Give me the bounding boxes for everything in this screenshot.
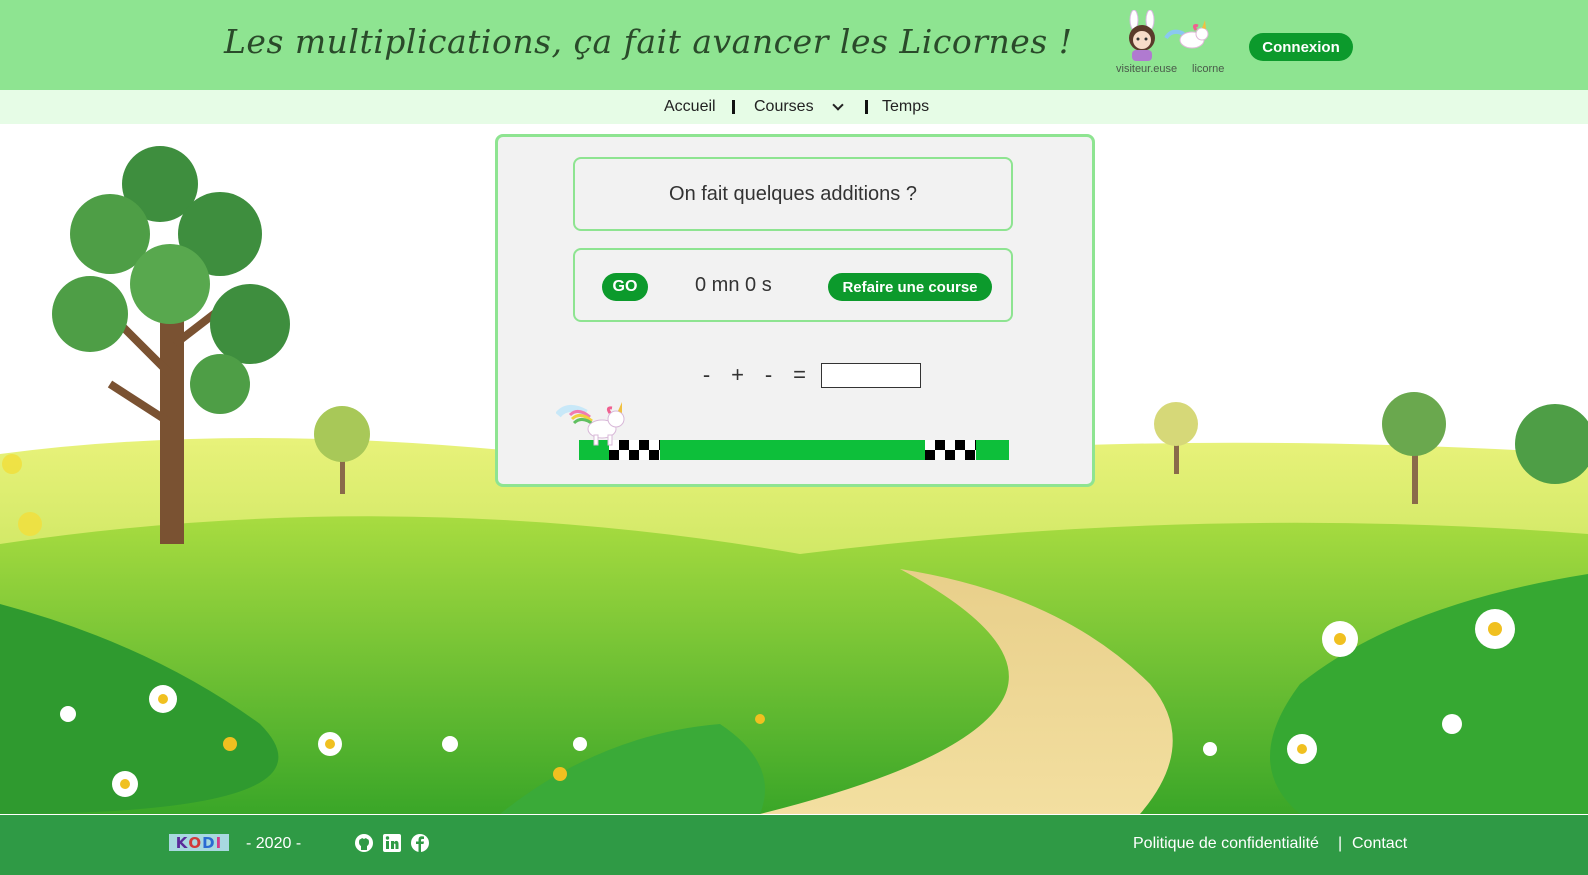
- race-panel: On fait quelques additions ? GO 0 mn 0 s…: [495, 134, 1095, 487]
- operand-2: -: [764, 362, 773, 387]
- logo-letter: K: [175, 833, 189, 852]
- nav-separator: [865, 100, 868, 114]
- logo-letter: O: [188, 833, 203, 852]
- question-text: On fait quelques additions ?: [669, 182, 917, 205]
- avatar-unicorn-label: licorne: [1192, 63, 1225, 75]
- main-nav: Accueil Courses Temps: [0, 90, 1588, 124]
- linkedin-icon[interactable]: [382, 833, 402, 853]
- github-icon[interactable]: [354, 833, 374, 853]
- footer: K O D I - 2020 - Politique de confidenti…: [0, 815, 1588, 875]
- equation-row: - + - =: [691, 362, 921, 388]
- finish-line: [925, 440, 976, 460]
- nav-separator: [732, 100, 735, 114]
- logo-letter: I: [215, 833, 223, 852]
- unicorn-runner-icon: [556, 402, 625, 446]
- unicorn-avatar-icon[interactable]: [1162, 10, 1212, 62]
- answer-input[interactable]: [821, 362, 921, 388]
- question-box: On fait quelques additions ?: [573, 157, 1013, 231]
- operand-1: -: [702, 362, 711, 387]
- kodi-logo[interactable]: K O D I: [169, 833, 229, 852]
- avatar-visitor-label: visiteur.euse: [1116, 63, 1178, 75]
- controls-box: GO 0 mn 0 s Refaire une course: [573, 248, 1013, 322]
- login-button[interactable]: Connexion: [1249, 33, 1353, 61]
- privacy-policy-link[interactable]: Politique de confidentialité: [1133, 835, 1319, 853]
- footer-separator: |: [1338, 835, 1343, 852]
- logo-letter: D: [202, 833, 216, 852]
- contact-link[interactable]: Contact: [1352, 835, 1407, 853]
- race-track: [579, 440, 1009, 460]
- operator-plus: +: [731, 362, 744, 387]
- bunny-girl-avatar-icon[interactable]: [1117, 10, 1167, 62]
- nav-item-courses[interactable]: Courses: [754, 98, 814, 116]
- footer-year: - 2020 -: [246, 835, 302, 852]
- facebook-icon[interactable]: [410, 833, 430, 853]
- timer-display: 0 mn 0 s: [695, 274, 772, 296]
- redo-race-button[interactable]: Refaire une course: [828, 273, 992, 301]
- nav-item-temps[interactable]: Temps: [882, 98, 929, 116]
- go-button[interactable]: GO: [602, 273, 648, 301]
- site-title: Les multiplications, ça fait avancer les…: [224, 22, 1073, 61]
- equals-sign: =: [793, 362, 806, 387]
- header: Les multiplications, ça fait avancer les…: [0, 0, 1588, 90]
- nav-item-accueil[interactable]: Accueil: [664, 98, 716, 116]
